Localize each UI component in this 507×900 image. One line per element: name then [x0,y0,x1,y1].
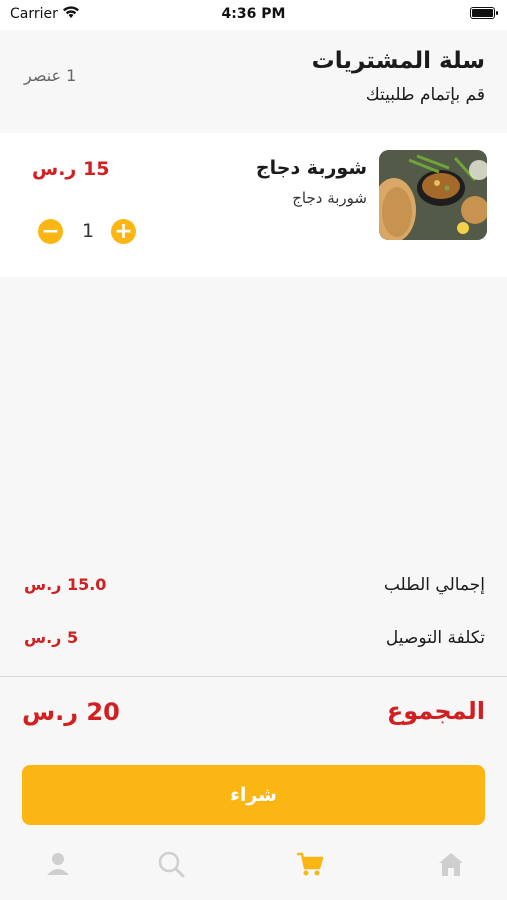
page-title: سلة المشتريات [311,48,485,74]
item-description: شوربة دجاج [292,189,367,207]
home-icon[interactable] [436,849,466,879]
order-total-label: إجمالي الطلب [383,575,485,595]
decrease-quantity-button[interactable]: − [38,219,63,244]
order-total-value: 15.0 ر.س [24,575,107,594]
delivery-cost-row: تكلفة التوصيل 5 ر.س [0,628,507,658]
cart-item[interactable]: شوربة دجاج شوربة دجاج 15 ر.س − 1 + [0,133,507,277]
quantity-stepper: − 1 + [38,219,138,245]
order-total-row: إجمالي الطلب 15.0 ر.س [0,575,507,605]
increase-quantity-button[interactable]: + [111,219,136,244]
item-name: شوربة دجاج [255,157,367,179]
quantity-value: 1 [81,220,95,242]
profile-icon[interactable] [43,849,73,879]
clock: 4:36 PM [221,6,286,22]
delivery-cost-value: 5 ر.س [24,628,79,647]
item-price: 15 ر.س [32,158,110,180]
item-count: 1 عنصر [24,66,77,85]
page-subtitle: قم بإتمام طلبيتك [365,85,485,105]
battery-icon [470,7,498,19]
divider [0,676,507,677]
page-header: سلة المشتريات قم بإتمام طلبيتك 1 عنصر [0,30,507,133]
status-bar: Carrier 4:36 PM [0,0,507,30]
item-image [379,150,487,240]
cart-icon[interactable] [295,849,325,879]
grand-total-label: المجموع [386,697,485,725]
delivery-cost-label: تكلفة التوصيل [385,628,485,648]
buy-button[interactable]: شراء [22,765,485,825]
grand-total-value: 20 ر.س [22,698,120,726]
search-icon[interactable] [156,849,186,879]
tab-bar [0,835,507,900]
